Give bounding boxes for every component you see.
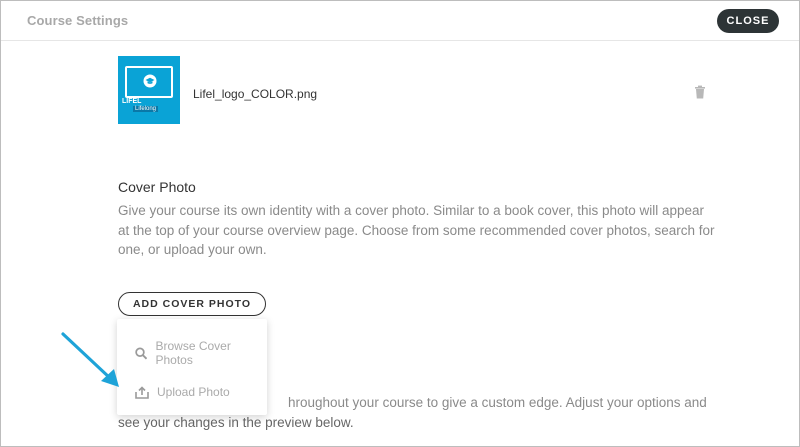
add-cover-photo-button[interactable]: ADD COVER PHOTO	[118, 292, 266, 316]
next-section-line-2: see your changes in the preview below.	[118, 414, 354, 430]
trash-icon[interactable]	[694, 85, 706, 99]
menu-item-upload-photo[interactable]: Upload Photo	[135, 382, 230, 402]
menu-item-label: Browse Cover Photos	[155, 339, 231, 367]
cover-photo-heading: Cover Photo	[118, 179, 196, 195]
logo-filename: Lifel_logo_COLOR.png	[193, 87, 318, 101]
menu-item-label: Upload Photo	[157, 385, 230, 399]
cover-photo-description: Give your course its own identity with a…	[118, 203, 715, 257]
course-settings-window: Course Settings CLOSE LIFEL Lifelong Lif…	[0, 0, 800, 447]
page-title: Course Settings	[27, 13, 129, 28]
cover-photo-dropdown-menu: Browse Cover Photos Upload Photo	[117, 319, 267, 415]
logo-thumbnail: LIFEL Lifelong	[118, 56, 180, 124]
close-button[interactable]: CLOSE	[717, 9, 779, 33]
search-icon	[135, 347, 148, 359]
logo-tile-subtext: Lifelong	[133, 106, 159, 112]
upload-icon	[135, 385, 149, 399]
menu-item-browse-cover-photos[interactable]: Browse Cover Photos	[135, 339, 267, 367]
header-bar: Course Settings CLOSE	[1, 1, 799, 41]
logo-tile-text: LIFEL	[122, 98, 142, 105]
logo-screen-frame	[125, 66, 173, 98]
annotation-arrow-icon	[61, 332, 119, 387]
graduation-cap-icon	[143, 74, 157, 88]
